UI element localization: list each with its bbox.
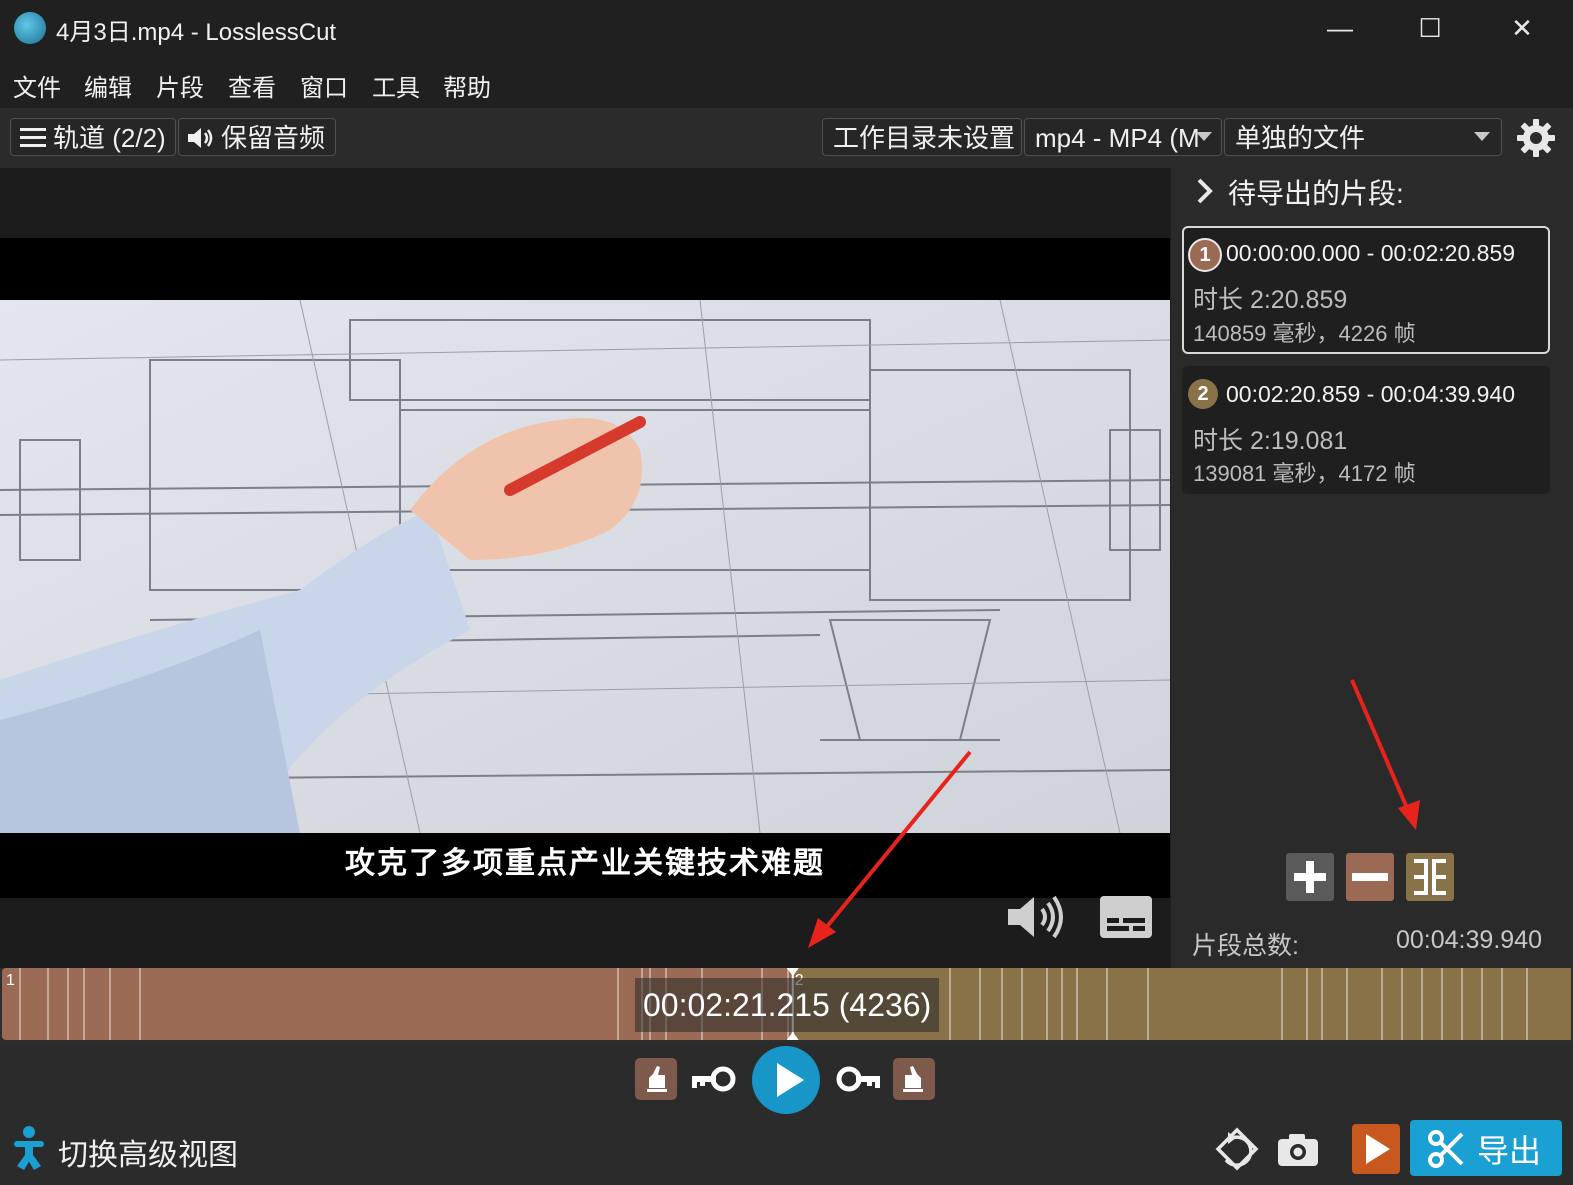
- export-label: 导出: [1477, 1133, 1542, 1169]
- camera-icon[interactable]: [1276, 1132, 1320, 1168]
- next-keyframe-icon[interactable]: [836, 1066, 882, 1092]
- set-cut-end-button[interactable]: [893, 1058, 935, 1100]
- set-cut-end-icon: [903, 1066, 923, 1092]
- advanced-view-toggle[interactable]: 切换高级视图: [58, 1130, 238, 1174]
- current-time-display: 00:02:21.215 (4236): [635, 978, 940, 1032]
- rotate-icon[interactable]: [1214, 1126, 1260, 1172]
- set-cut-start-icon: [647, 1066, 667, 1092]
- preview-button[interactable]: [1352, 1124, 1400, 1174]
- scissors-icon: [1428, 1130, 1464, 1168]
- play-button[interactable]: [752, 1046, 820, 1114]
- prev-keyframe-icon[interactable]: [690, 1066, 736, 1092]
- accessibility-icon[interactable]: [12, 1126, 46, 1170]
- preview-icon: [1366, 1134, 1390, 1164]
- play-icon: [777, 1063, 804, 1097]
- timeline-segment-marker: 1: [6, 972, 15, 989]
- set-cut-start-button[interactable]: [635, 1058, 677, 1100]
